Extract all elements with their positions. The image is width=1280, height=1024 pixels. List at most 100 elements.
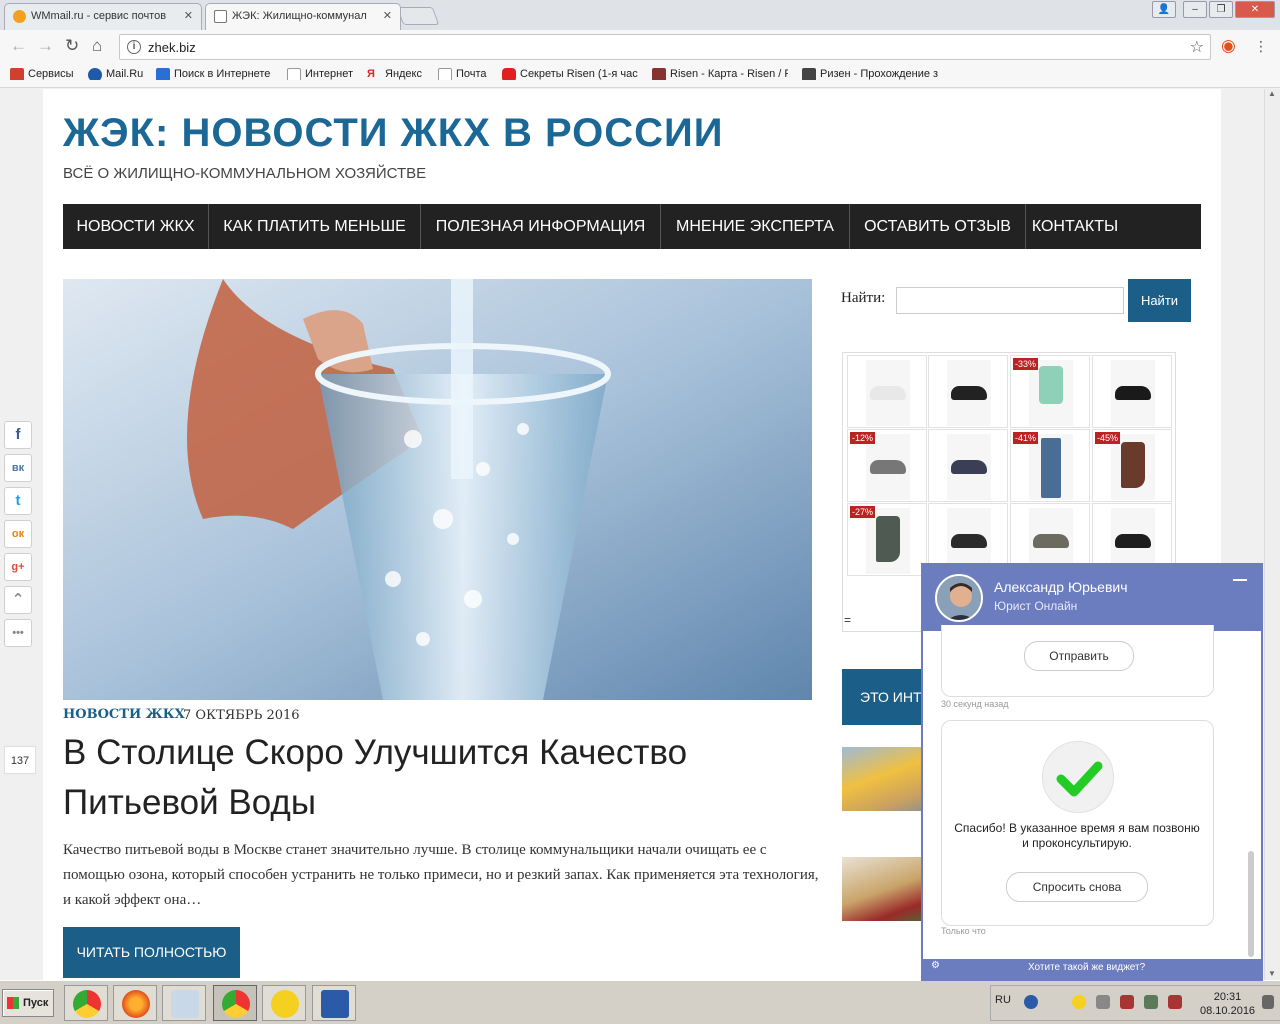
product-shoe-icon <box>951 386 987 400</box>
twitter-icon[interactable]: t <box>4 487 32 515</box>
bookmark-item[interactable]: Почта <box>438 68 487 80</box>
yandex-icon: Я <box>367 68 375 80</box>
chat-footer[interactable]: ⚙ Хотите такой же виджет? <box>923 959 1261 979</box>
new-tab-button[interactable] <box>396 7 440 25</box>
chat-scrollbar[interactable] <box>1248 851 1254 957</box>
nav-item-contacts[interactable]: КОНТАКТЫ <box>1026 204 1124 249</box>
more-icon[interactable]: ••• <box>4 619 32 647</box>
scroll-up-arrow-icon[interactable]: ▲ <box>1268 89 1276 98</box>
restore-button[interactable]: ❐ <box>1209 1 1233 18</box>
bookmark-item[interactable]: Сервисы <box>10 68 74 80</box>
url-text[interactable]: zhek.biz <box>148 40 196 55</box>
gear-icon[interactable]: ⚙ <box>931 960 940 971</box>
site-info-icon[interactable]: i <box>127 40 141 54</box>
product-shoe-icon <box>951 460 987 474</box>
page-icon <box>438 68 452 80</box>
close-window-button[interactable]: ✕ <box>1235 1 1275 18</box>
tab-zhek[interactable]: ЖЭК: Жилищно-коммунал ✕ <box>205 3 401 30</box>
ask-again-button[interactable]: Спросить снова <box>1006 872 1148 902</box>
article-category[interactable]: НОВОСТИ ЖКХ <box>63 707 185 722</box>
odnoklassniki-icon[interactable]: ок <box>4 520 32 548</box>
scroll-down-arrow-icon[interactable]: ▼ <box>1268 969 1276 978</box>
discount-badge: -27% <box>850 506 876 518</box>
bookmark-item[interactable]: Ризен - Прохождение з <box>802 68 938 80</box>
ad-product-item[interactable]: -33% <box>1010 355 1090 428</box>
network-icon[interactable] <box>1144 995 1158 1009</box>
ad-product-item[interactable] <box>847 355 927 428</box>
close-tab-icon[interactable]: ✕ <box>184 9 193 22</box>
send-button[interactable]: Отправить <box>1024 641 1134 671</box>
search-input[interactable] <box>896 287 1124 314</box>
volume-icon[interactable] <box>1096 995 1110 1009</box>
home-icon[interactable]: ⌂ <box>92 37 102 55</box>
bookmark-item[interactable]: Интернет <box>287 68 353 80</box>
taskbar-chrome[interactable] <box>64 985 108 1021</box>
nav-item-news[interactable]: НОВОСТИ ЖКХ <box>63 204 209 249</box>
help-icon[interactable] <box>1024 995 1038 1009</box>
article-hero-image[interactable] <box>63 279 812 700</box>
scroll-up-icon[interactable]: ⌃ <box>4 586 32 614</box>
ad-product-item[interactable] <box>928 355 1008 428</box>
search-icon <box>156 68 170 80</box>
show-desktop-icon[interactable] <box>1262 995 1274 1009</box>
clock[interactable]: 20:31 08.10.2016 <box>1200 990 1255 1018</box>
minimize-button[interactable]: – <box>1183 1 1207 18</box>
extension-flame-icon[interactable]: ◉ <box>1221 37 1236 55</box>
language-indicator[interactable]: RU <box>995 994 1011 1006</box>
taskbar-chrome-active[interactable] <box>213 985 257 1021</box>
vk-icon[interactable]: вк <box>4 454 32 482</box>
rpg-icon <box>652 68 666 80</box>
taskbar-firefox[interactable] <box>113 985 157 1021</box>
page-scrollbar[interactable]: ▲ ▼ <box>1264 89 1280 980</box>
google-plus-icon[interactable]: g+ <box>4 553 32 581</box>
forward-arrow-icon[interactable]: → <box>37 37 54 55</box>
bookmark-item[interactable]: Поиск в Интернете <box>156 68 270 80</box>
reload-icon[interactable]: ↻ <box>65 37 79 55</box>
ad-product-item[interactable]: -45% <box>1092 429 1172 502</box>
taskbar-paint[interactable] <box>162 985 206 1021</box>
read-more-button[interactable]: ЧИТАТЬ ПОЛНОСТЬЮ <box>63 927 240 978</box>
bookmark-star-icon[interactable]: ☆ <box>1190 37 1204 57</box>
article-title[interactable]: В Столице Скоро Улучшится Качество Питье… <box>63 728 823 828</box>
w-icon <box>802 68 816 80</box>
ad-product-item[interactable]: -41% <box>1010 429 1090 502</box>
user-profile-icon[interactable]: 👤 <box>1152 1 1176 18</box>
nav-item-feedback[interactable]: ОСТАВИТЬ ОТЗЫВ <box>850 204 1026 249</box>
cyberghost-icon <box>271 990 299 1018</box>
start-button[interactable]: Пуск <box>2 989 54 1017</box>
ad-product-item[interactable]: -27% <box>847 503 927 576</box>
address-bar[interactable]: i zhek.biz ☆ <box>119 34 1211 60</box>
bookmark-item[interactable]: Mail.Ru <box>88 68 143 80</box>
tab-wmmail[interactable]: WMmail.ru - сервис почтов ✕ <box>4 3 202 30</box>
ad-product-item[interactable]: -12% <box>847 429 927 502</box>
bookmark-item[interactable]: Risen - Карта - Risen / F <box>652 68 788 80</box>
paint-icon <box>171 990 199 1018</box>
youtube-icon <box>502 68 516 80</box>
taskbar-word[interactable] <box>312 985 356 1021</box>
product-shoe-icon <box>1115 386 1151 400</box>
avatar <box>935 574 983 622</box>
product-shoe-icon <box>870 460 906 474</box>
article-excerpt: Качество питьевой воды в Москве станет з… <box>63 842 819 908</box>
bookmark-item[interactable]: Я Яндекс <box>367 68 422 80</box>
minimize-chat-icon[interactable] <box>1233 579 1247 583</box>
water-glass-illustration <box>63 279 812 700</box>
back-arrow-icon[interactable]: ← <box>10 37 27 55</box>
nav-item-expert-opinion[interactable]: МНЕНИЕ ЭКСПЕРТА <box>661 204 850 249</box>
bookmark-item[interactable]: Секреты Risen (1-я час <box>502 68 638 80</box>
close-tab-icon[interactable]: ✕ <box>383 9 392 22</box>
search-button[interactable]: Найти <box>1128 279 1191 322</box>
chrome-menu-icon[interactable]: ⋮ <box>1254 37 1268 55</box>
security-icon[interactable] <box>1120 995 1134 1009</box>
ad-product-item[interactable] <box>1092 355 1172 428</box>
taskbar-cyberghost[interactable] <box>262 985 306 1021</box>
ad-product-item[interactable] <box>928 429 1008 502</box>
chat-footer-link[interactable]: Хотите такой же виджет? <box>1028 962 1145 973</box>
site-title[interactable]: ЖЭК: НОВОСТИ ЖКХ В РОССИИ <box>63 111 724 156</box>
network-error-icon[interactable] <box>1168 995 1182 1009</box>
facebook-icon[interactable]: f <box>4 421 32 449</box>
nav-item-useful-info[interactable]: ПОЛЕЗНАЯ ИНФОРМАЦИЯ <box>421 204 661 249</box>
nav-item-pay-less[interactable]: КАК ПЛАТИТЬ МЕНЬШЕ <box>209 204 421 249</box>
chat-header[interactable]: Александр Юрьевич Юрист Онлайн <box>923 565 1261 631</box>
cyberghost-tray-icon[interactable] <box>1072 995 1086 1009</box>
